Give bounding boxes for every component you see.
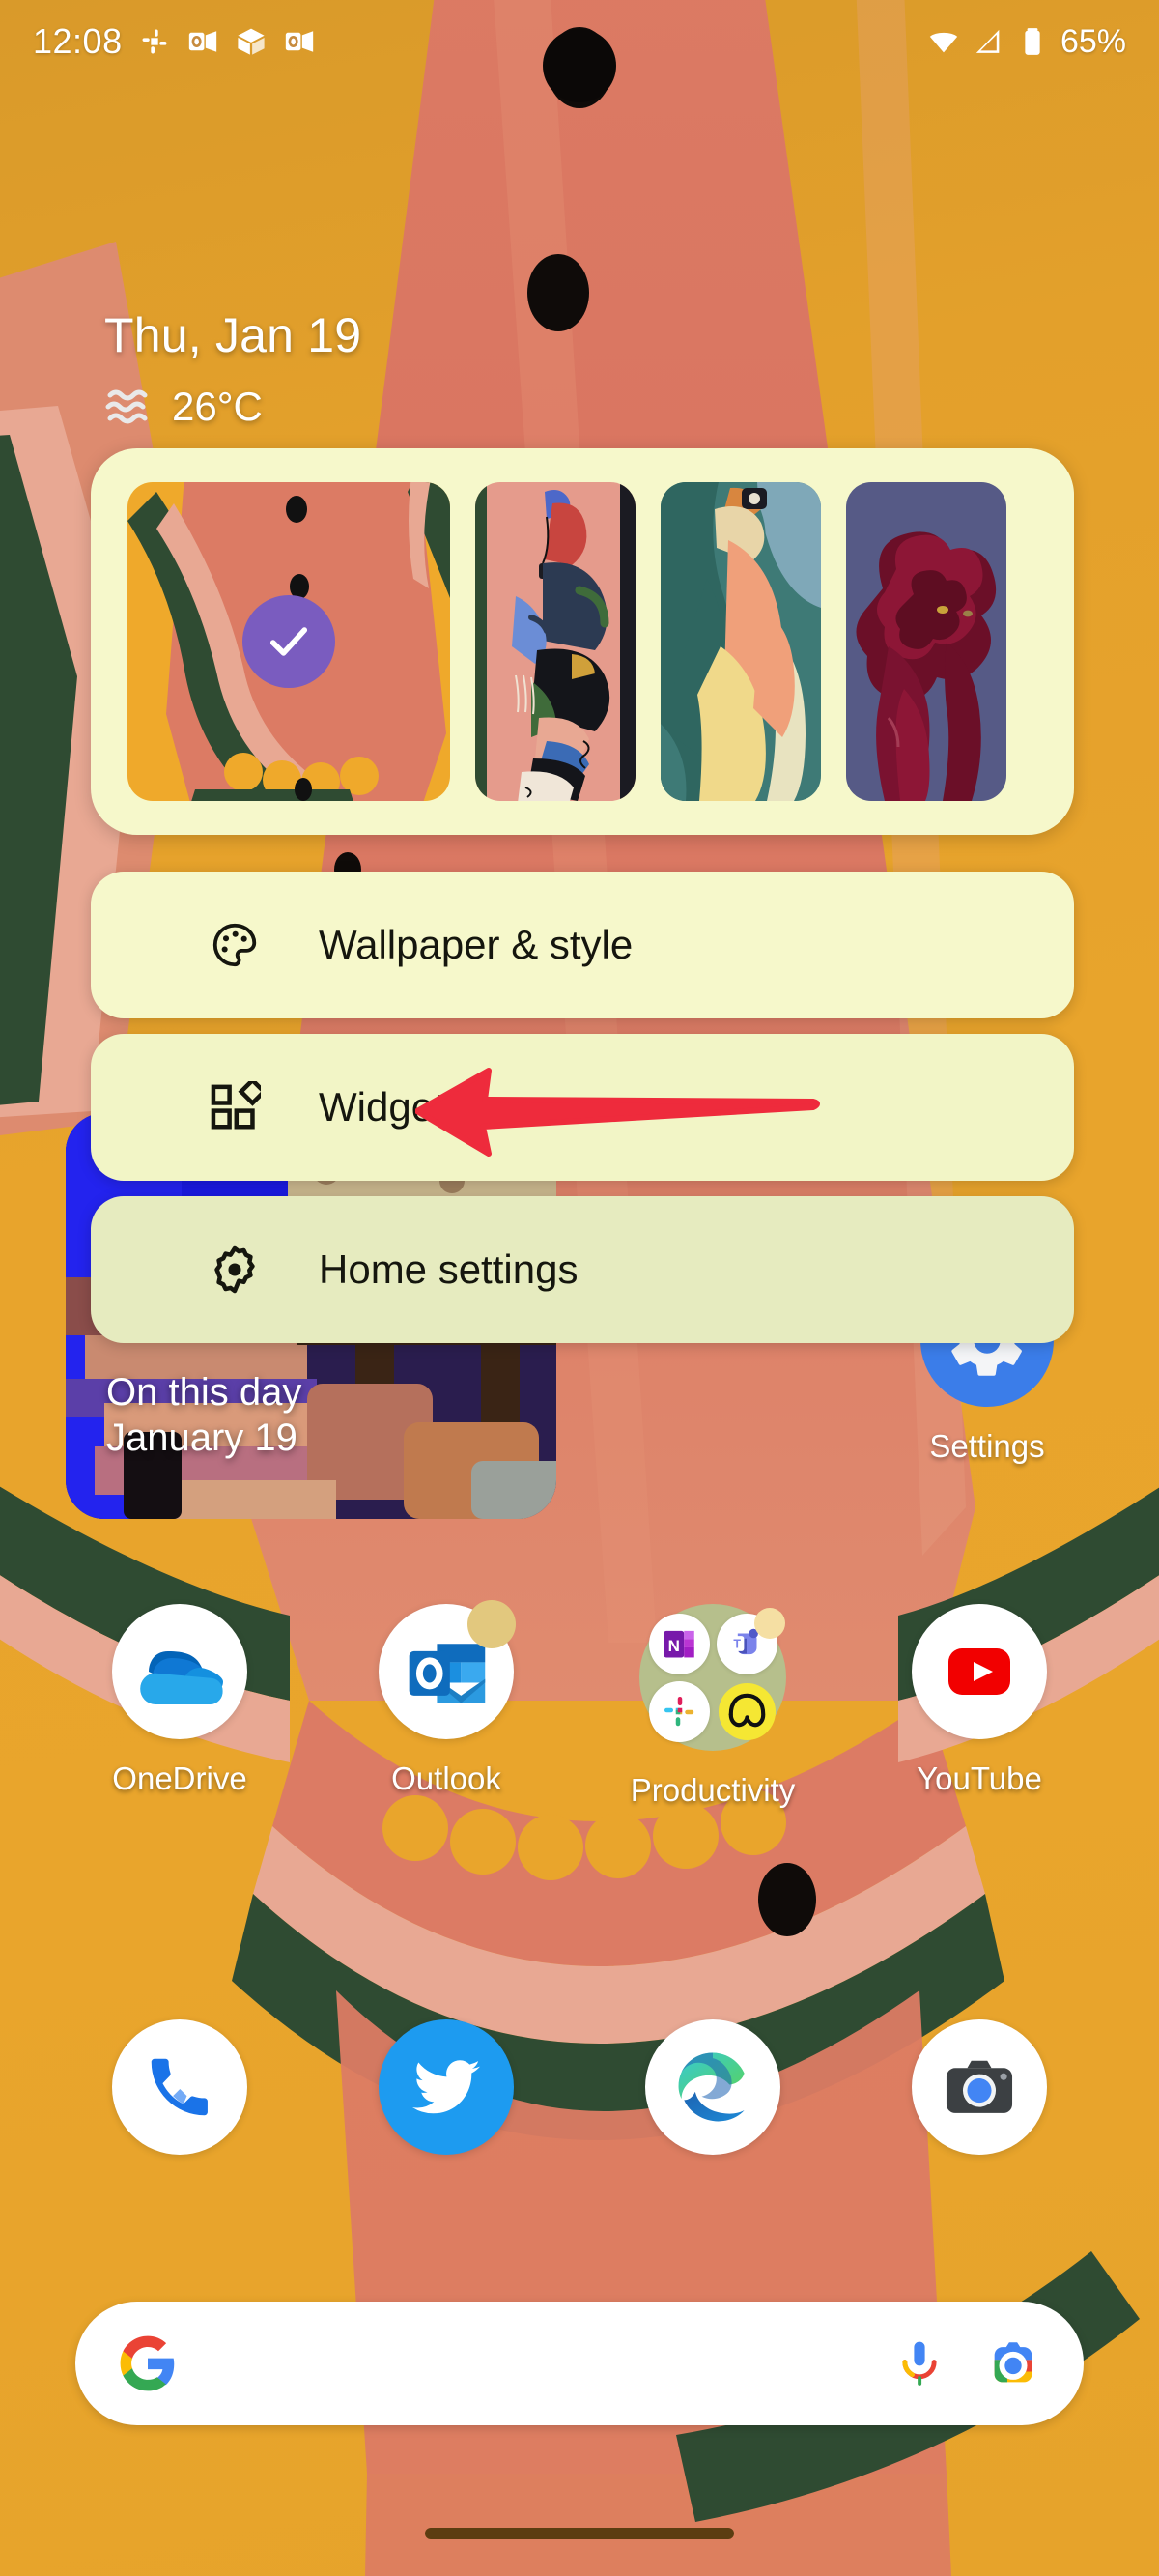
edge-icon-circle	[645, 2019, 780, 2155]
app-label-outlook: Outlook	[391, 1760, 501, 1796]
notification-badge	[467, 1600, 516, 1648]
svg-text:N: N	[668, 1637, 680, 1655]
slack-icon	[664, 1697, 694, 1727]
dock-item-twitter[interactable]	[335, 2019, 557, 2155]
wallpaper-thumbnail-bird[interactable]	[661, 482, 821, 801]
app-label-onedrive: OneDrive	[112, 1760, 247, 1796]
app-label-settings: Settings	[929, 1428, 1045, 1464]
status-bar-right: 65%	[927, 23, 1126, 61]
wallpaper-thumbnail-skater[interactable]	[475, 482, 636, 801]
youtube-icon-circle	[912, 1604, 1047, 1739]
search-actions	[892, 2335, 1041, 2391]
svg-text:T: T	[733, 1638, 741, 1651]
menu-label-wallpaper-and-style: Wallpaper & style	[319, 922, 634, 967]
status-bar-left: 12:08	[33, 21, 316, 62]
wallpaper-selected-indicator	[242, 595, 335, 688]
search-input[interactable]	[178, 2342, 892, 2385]
dock-item-phone[interactable]	[69, 2019, 291, 2155]
google-lens-icon[interactable]	[985, 2335, 1041, 2391]
dock-item-camera[interactable]	[868, 2019, 1090, 2155]
widgets-icon	[207, 1079, 263, 1135]
battery-percentage: 65%	[1060, 22, 1126, 60]
folder-icon: N T	[639, 1604, 786, 1751]
onedrive-icon	[140, 1651, 223, 1704]
rose-wallpaper-thumb	[846, 482, 1006, 801]
outlook-icon	[285, 31, 313, 52]
twitter-icon	[412, 2060, 480, 2114]
wallpaper-picker-card	[91, 448, 1074, 835]
menu-label-widgets: Widgets	[319, 1084, 466, 1130]
menu-item-widgets[interactable]: Widgets	[91, 1034, 1074, 1181]
wallpaper-thumbnail-rose[interactable]	[846, 482, 1006, 801]
camera-icon-circle	[912, 2019, 1047, 2155]
menu-label-home-settings: Home settings	[319, 1246, 579, 1292]
twitter-icon-circle	[379, 2019, 514, 2155]
menu-item-wallpaper-and-style[interactable]: Wallpaper & style	[91, 872, 1074, 1018]
photo-widget-caption: On this day January 19	[106, 1370, 301, 1461]
menu-item-home-settings[interactable]: Home settings	[91, 1196, 1074, 1343]
folder-app-basecamp	[717, 1681, 777, 1742]
at-a-glance-widget[interactable]: Thu, Jan 19 26°C	[104, 309, 361, 430]
phone-icon-circle	[112, 2019, 247, 2155]
basecamp-icon	[718, 1682, 776, 1740]
edge-icon	[678, 2052, 745, 2122]
microphone-icon[interactable]	[892, 2336, 947, 2390]
palette-icon	[207, 917, 263, 973]
folder-app-slack	[648, 1680, 710, 1742]
glance-date: Thu, Jan 19	[104, 308, 362, 362]
check-icon	[269, 627, 308, 656]
phone-icon	[151, 2058, 208, 2116]
app-icon-outlook[interactable]: Outlook	[335, 1600, 557, 1809]
app-label-youtube: YouTube	[917, 1760, 1042, 1796]
photo-widget-title: On this day	[106, 1370, 302, 1414]
bird-wallpaper-thumb	[661, 482, 821, 801]
skater-wallpaper-thumb	[475, 482, 636, 801]
folder-app-onenote: N	[648, 1613, 710, 1674]
dock	[0, 2019, 1159, 2155]
wifi-icon	[929, 32, 958, 53]
status-clock: 12:08	[33, 21, 123, 61]
dock-item-edge[interactable]	[602, 2019, 824, 2155]
google-search-bar[interactable]	[75, 2302, 1084, 2425]
onenote-icon: N	[664, 1630, 694, 1658]
haze-waves-icon	[105, 389, 148, 424]
outlook-icon-circle	[379, 1600, 516, 1739]
youtube-icon	[948, 1648, 1010, 1695]
folder-app-teams: T	[716, 1607, 785, 1674]
onedrive-icon-circle	[112, 1604, 247, 1739]
app-folder-productivity[interactable]: N T Productivity	[602, 1604, 824, 1809]
glance-weather: 26°C	[104, 384, 361, 430]
camera-cutout	[543, 29, 616, 102]
app-label-productivity: Productivity	[630, 1772, 796, 1808]
gear-icon	[207, 1242, 263, 1298]
app-icon-onedrive[interactable]: OneDrive	[69, 1604, 291, 1809]
wallpaper-thumbnail-watermelon[interactable]	[127, 482, 450, 801]
box-3d-icon	[237, 28, 265, 55]
app-icon-youtube[interactable]: YouTube	[868, 1604, 1090, 1809]
slack-icon	[142, 29, 167, 54]
camera-icon	[946, 2060, 1013, 2113]
notification-badge	[753, 1607, 785, 1639]
home-app-row: OneDrive Outlook N T Productivity YouTub…	[0, 1600, 1159, 1809]
cellular-signal-icon	[975, 29, 1000, 53]
google-g-icon	[120, 2335, 175, 2391]
glance-temperature: 26°C	[172, 384, 263, 429]
battery-icon	[1025, 28, 1040, 55]
outlook-icon	[188, 31, 216, 52]
photo-widget-subtitle: January 19	[106, 1416, 297, 1459]
gesture-nav-pill[interactable]	[425, 2528, 734, 2539]
